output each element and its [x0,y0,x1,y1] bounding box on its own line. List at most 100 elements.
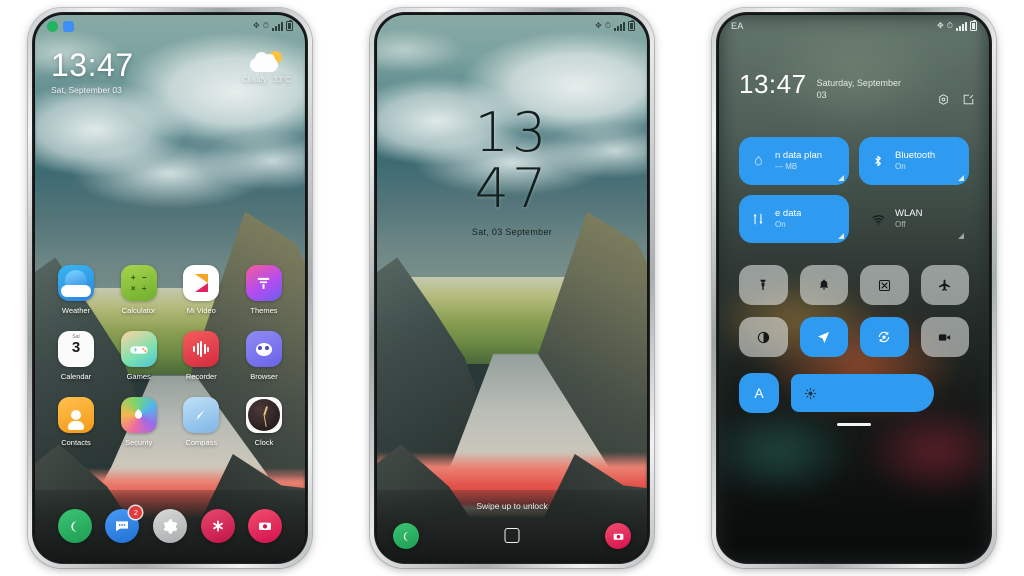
battery-icon [970,20,977,31]
screen-record-icon[interactable] [920,317,969,357]
messages-dock-icon[interactable]: 2 [105,506,143,543]
auto-rotate-icon[interactable] [860,317,909,357]
battery-icon [286,20,293,31]
panel-drag-handle[interactable] [837,423,871,426]
qs-tile-data-plan[interactable]: n data plan — MB [739,137,849,185]
ringer-bell-icon[interactable] [799,265,848,305]
signal-icon [272,21,283,31]
app-label: Browser [250,372,278,381]
battery-icon [628,20,635,31]
brightness-control: A [739,373,969,413]
app-label: Contacts [61,438,91,447]
weather-condition: Cloudy [241,75,267,84]
swipe-hint-text: Swipe up to unlock [476,501,548,511]
camera-shortcut-icon[interactable] [605,523,631,549]
phone-shortcut-icon[interactable] [393,523,419,549]
browser-icon [245,331,282,367]
status-bar: ✥ ⏱ [377,15,647,37]
app-label: Games [126,372,151,381]
camera-dock-icon[interactable] [248,509,283,543]
qs-header-actions [937,93,975,106]
showcase-stage: ✥ ⏱ 13:47 Sat, September 03 Cloudy 33°C [0,0,1024,576]
status-bar: ✥ ⏱ [35,15,305,37]
home-clock-widget[interactable]: 13:47 Sat, September 03 [51,49,134,95]
dock: 2 [35,506,305,543]
brightness-slider[interactable] [791,374,934,412]
qs-tile-bluetooth[interactable]: Bluetooth On [859,137,969,185]
app-row-2: Sat 3 Calendar Games Recorder Browser [47,331,293,381]
wallpaper [377,15,647,561]
app-themes[interactable]: Themes [235,265,293,315]
edit-icon[interactable] [962,93,975,106]
app-calendar[interactable]: Sat 3 Calendar [47,331,105,381]
asterisk-dock-icon[interactable] [200,509,235,543]
qs-tile-row-1: n data plan — MB Bluetooth On [739,137,969,185]
app-label: Compass [185,438,218,447]
app-label: Clock [254,438,274,447]
messages-badge: 2 [129,506,143,519]
flashlight-icon[interactable] [739,265,788,305]
home-screen[interactable]: ✥ ⏱ 13:47 Sat, September 03 Cloudy 33°C [35,15,305,561]
location-icon[interactable] [799,317,848,357]
qs-toggle-grid [739,265,969,369]
compass-icon [183,397,220,433]
app-mi-video[interactable]: Mi Video [172,265,230,315]
settings-gear-icon[interactable] [937,93,950,106]
qs-tile-expand-corner[interactable] [838,175,844,181]
app-security[interactable]: Security [110,397,168,447]
qs-tile-expand-corner[interactable] [838,233,844,239]
phone-icon [47,20,58,32]
app-label: Themes [250,306,278,315]
app-games[interactable]: Games [110,331,168,381]
qs-tile-title: n data plan [775,149,823,161]
app-row-1: Weather + − × ÷ Calculator Mi Video Them… [47,265,293,315]
lock-square-icon[interactable] [504,528,520,543]
qs-tile-row-2: e data On WLAN Off [739,195,969,243]
dark-mode-icon[interactable] [739,317,788,357]
themes-icon [245,265,282,301]
qs-tile-subtitle: Off [895,219,906,229]
alarm-icon: ⏱ [604,21,611,30]
qs-tile-expand-corner[interactable] [958,233,964,239]
calendar-day: 3 [71,339,81,356]
status-bar-system-icons: ✥ ⏱ [253,20,293,31]
phone-bezel: EA ✥ ⏱ 13:47 Saturday, September 03 n da… [716,12,992,564]
quick-settings-header: 13:47 Saturday, September 03 [739,71,975,106]
app-label: Security [125,438,153,447]
app-label: Calendar [60,372,92,381]
app-compass[interactable]: Compass [172,397,230,447]
games-icon [120,331,157,367]
airplane-mode-icon[interactable] [920,265,969,305]
auto-brightness-button[interactable]: A [739,373,779,413]
app-recorder[interactable]: Recorder [172,331,230,381]
qs-tile-text: n data plan — MB [775,150,822,172]
qs-tile-wlan[interactable]: WLAN Off [859,195,969,243]
auto-brightness-label: A [754,385,764,401]
qs-tile-title: Bluetooth [895,149,936,161]
qs-tile-expand-corner[interactable] [958,175,964,181]
app-weather[interactable]: Weather [47,265,105,315]
screenshot-icon[interactable] [860,265,909,305]
quick-settings-screen[interactable]: EA ✥ ⏱ 13:47 Saturday, September 03 n da… [719,15,989,561]
contacts-icon [58,397,94,433]
app-calculator[interactable]: + − × ÷ Calculator [110,265,168,315]
app-browser[interactable]: Browser [235,331,293,381]
mi-video-icon [183,265,220,301]
message-icon [63,20,74,32]
app-clock[interactable]: Clock [235,397,293,447]
qs-tile-mobile-data[interactable]: e data On [739,195,849,243]
qs-tile-text: WLAN Off [895,208,922,230]
app-contacts[interactable]: Contacts [47,397,105,447]
qs-tile-subtitle: On [895,161,906,171]
bluetooth-icon: ✥ [253,21,260,30]
app-label: Calculator [121,306,156,315]
lock-screen[interactable]: ✥ ⏱ 13 47 Sat, 03 September Swipe up to … [377,15,647,561]
phone-home-screen: ✥ ⏱ 13:47 Sat, September 03 Cloudy 33°C [28,8,312,568]
phone-dock-icon[interactable] [57,509,92,543]
alarm-icon: ⏱ [262,21,269,30]
settings-dock-icon[interactable] [152,509,187,543]
home-weather-widget[interactable]: Cloudy 33°C [242,51,291,84]
app-label: Weather [61,306,91,315]
qs-tile-grid: n data plan — MB Bluetooth On e data On … [739,137,969,253]
qs-clock-date: Saturday, September 03 [816,78,901,100]
